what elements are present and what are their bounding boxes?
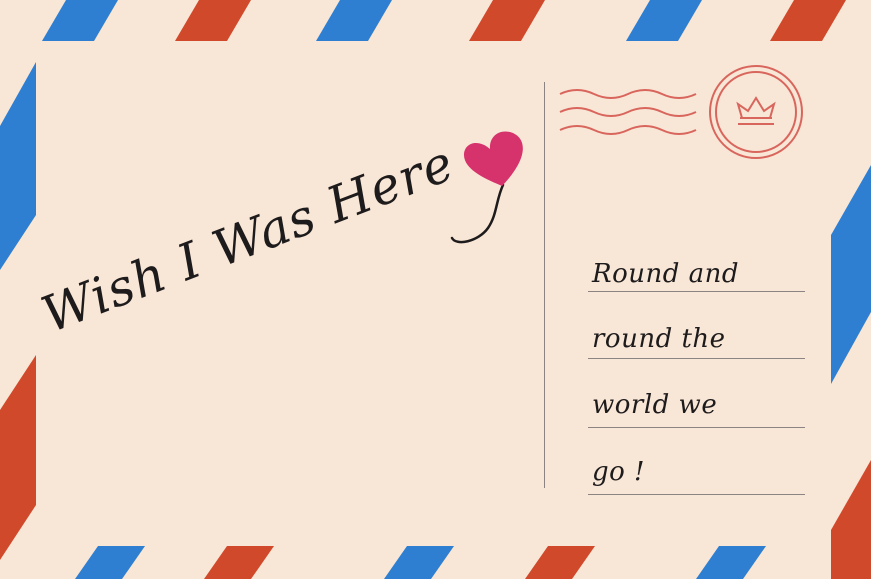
heart-icon: [463, 131, 523, 186]
message-line: Round and: [592, 259, 740, 289]
border-stripe: [316, 0, 392, 41]
writing-rule: [588, 494, 805, 495]
border-stripe: [0, 355, 36, 560]
border-stripe: [831, 460, 871, 579]
heart-string: [450, 183, 505, 244]
postmark-wavy-lines-icon: [559, 89, 697, 135]
border-stripe: [770, 0, 846, 41]
border-stripe: [696, 546, 766, 579]
writing-rule: [588, 427, 805, 428]
crown-icon: [736, 96, 776, 125]
writing-rule: [588, 291, 805, 292]
border-stripe: [831, 165, 871, 384]
border-stripe: [75, 546, 145, 579]
border-stripe: [384, 546, 454, 579]
postcard: Wish I Was Here Round and round the worl…: [0, 0, 871, 579]
border-stripe: [469, 0, 545, 41]
border-stripe: [0, 62, 36, 270]
border-stripe: [204, 546, 274, 579]
message-line: go !: [592, 457, 646, 487]
border-stripe: [525, 546, 595, 579]
border-stripe: [42, 0, 118, 41]
border-stripe: [626, 0, 702, 41]
message-line: round the: [592, 324, 726, 354]
writing-rule: [588, 358, 805, 359]
message-line: world we: [592, 390, 718, 420]
postcard-divider: [544, 82, 545, 488]
postmark-stamp-icon: [709, 65, 803, 159]
border-stripe: [175, 0, 251, 41]
